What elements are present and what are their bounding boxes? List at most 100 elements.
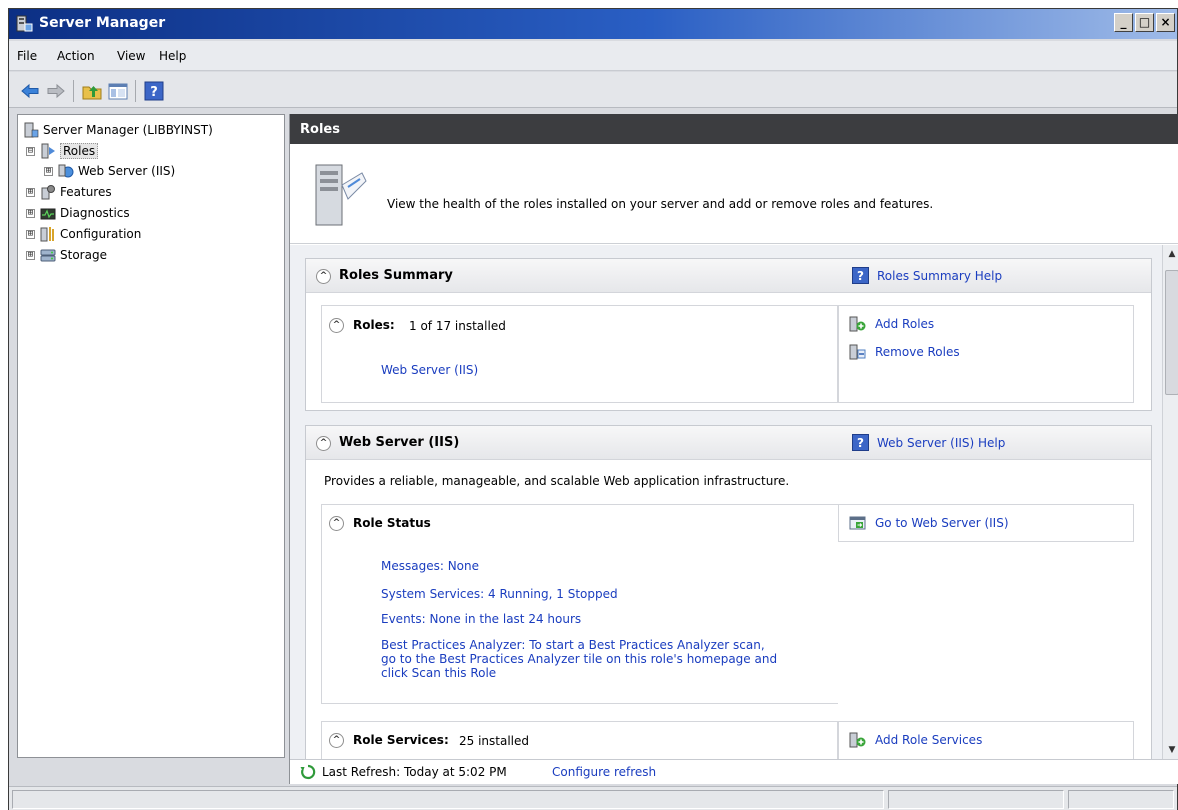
intro-description: View the health of the roles installed o… [387, 197, 934, 211]
roles-summary-section: ^ Roles Summary ? Roles Summary Help ^ R… [305, 258, 1152, 411]
tree-item-server-manager[interactable]: Server Manager (LIBBYINST) [23, 120, 213, 140]
roles-subpanel: ^ Roles: 1 of 17 installed Web Server (I… [321, 305, 838, 403]
collapse-chevron-icon[interactable]: ^ [329, 733, 344, 748]
bpa-link-line-3[interactable]: click Scan this Role [381, 666, 496, 680]
add-role-services-icon [849, 732, 866, 748]
status-panel-2 [888, 790, 1064, 809]
role-status-subpanel: ^ Role Status Messages: None System Serv… [321, 504, 838, 704]
collapse-chevron-icon[interactable]: ^ [329, 516, 344, 531]
help-icon: ? [852, 434, 869, 451]
tree-label-web-server: Web Server (IIS) [78, 164, 176, 178]
roles-count: 1 of 17 installed [409, 319, 506, 333]
menu-view[interactable]: View [117, 49, 145, 63]
vertical-scrollbar[interactable]: ▲ ▼ [1162, 245, 1178, 759]
scroll-down-icon[interactable]: ▼ [1164, 742, 1178, 758]
add-roles-link[interactable]: Add Roles [849, 316, 934, 332]
storage-icon [40, 249, 56, 262]
tree-item-configuration[interactable]: ⊞ Configuration [26, 224, 141, 244]
navigation-tree: Server Manager (LIBBYINST) ⊟ Roles ⊞ Web… [17, 114, 285, 758]
collapse-chevron-icon[interactable]: ^ [316, 269, 331, 284]
collapse-chevron-icon[interactable]: ^ [316, 436, 331, 451]
intro-panel: View the health of the roles installed o… [290, 144, 1178, 244]
content-pane: Roles View the health of the roles insta… [289, 114, 1178, 784]
system-services-link[interactable]: System Services: 4 Running, 1 Stopped [381, 587, 618, 601]
expand-icon[interactable]: ⊞ [26, 187, 35, 197]
collapse-chevron-icon[interactable]: ^ [329, 318, 344, 333]
scroll-up-icon[interactable]: ▲ [1164, 246, 1178, 262]
web-server-help-link[interactable]: ? Web Server (IIS) Help [852, 434, 1005, 451]
expand-icon[interactable]: ⊞ [44, 166, 53, 176]
expand-icon[interactable]: ⊞ [26, 208, 35, 218]
roles-summary-header[interactable]: ^ Roles Summary ? Roles Summary Help [306, 259, 1151, 293]
role-status-title: Role Status [353, 516, 431, 530]
web-server-title: Web Server (IIS) [339, 435, 460, 450]
installed-role-link[interactable]: Web Server (IIS) [381, 363, 478, 377]
remove-roles-link[interactable]: Remove Roles [849, 344, 960, 360]
go-to-web-server-link[interactable]: Go to Web Server (IIS) [849, 515, 1009, 531]
events-link[interactable]: Events: None in the last 24 hours [381, 612, 581, 626]
title-bar[interactable]: Server Manager _ □ × [9, 9, 1177, 39]
tree-item-web-server[interactable]: ⊞ Web Server (IIS) [44, 161, 175, 181]
web-server-header[interactable]: ^ Web Server (IIS) ? Web Server (IIS) He… [306, 426, 1151, 460]
refresh-bar: Last Refresh: Today at 5:02 PM Configure… [290, 759, 1178, 784]
role-services-count: 25 installed [459, 734, 530, 748]
role-services-subpanel: ^ Role Services: 25 installed [321, 721, 838, 759]
tree-item-roles[interactable]: ⊟ Roles [26, 141, 99, 161]
web-server-description: Provides a reliable, manageable, and sca… [324, 474, 790, 488]
status-panel-3 [1068, 790, 1174, 809]
tree-label-features: Features [60, 185, 112, 199]
features-icon [41, 185, 55, 200]
menu-action[interactable]: Action [57, 49, 95, 63]
expand-icon[interactable]: ⊞ [26, 250, 35, 260]
remove-roles-label: Remove Roles [875, 345, 960, 359]
go-to-web-server-label: Go to Web Server (IIS) [875, 516, 1009, 530]
server-roles-icon [315, 164, 367, 226]
up-folder-icon[interactable] [81, 80, 103, 102]
tree-root-label: Server Manager (LIBBYINST) [43, 123, 213, 137]
bpa-link-line-1[interactable]: Best Practices Analyzer: To start a Best… [381, 638, 765, 652]
server-manager-window: Server Manager _ □ × File Action View He… [8, 8, 1178, 810]
show-hide-tree-icon[interactable] [107, 80, 129, 102]
last-refresh-text: Last Refresh: Today at 5:02 PM [322, 765, 507, 779]
help-icon[interactable]: ? [143, 80, 165, 102]
go-to-icon [849, 516, 866, 530]
tree-item-features[interactable]: ⊞ Features [26, 182, 112, 202]
toolbar: ? [9, 72, 1177, 108]
roles-summary-help-link[interactable]: ? Roles Summary Help [852, 267, 1002, 284]
close-button[interactable]: × [1156, 13, 1175, 32]
window-title: Server Manager [39, 15, 166, 31]
collapse-icon[interactable]: ⊟ [26, 146, 35, 156]
tree-item-diagnostics[interactable]: ⊞ Diagnostics [26, 203, 130, 223]
add-roles-icon [849, 316, 866, 332]
menu-bar: File Action View Help [9, 41, 1177, 71]
role-services-actions-panel: Add Role Services [838, 721, 1134, 759]
forward-arrow-icon[interactable] [45, 80, 67, 102]
back-arrow-icon[interactable] [19, 80, 41, 102]
minimize-button[interactable]: _ [1114, 13, 1133, 32]
roles-actions-panel: Add Roles Remove Roles [838, 305, 1134, 403]
maximize-button[interactable]: □ [1135, 13, 1154, 32]
bpa-link-line-2[interactable]: go to the Best Practices Analyzer tile o… [381, 652, 777, 666]
add-role-services-link[interactable]: Add Role Services [849, 732, 982, 748]
messages-link[interactable]: Messages: None [381, 559, 479, 573]
configuration-icon [40, 227, 54, 242]
scrollbar-thumb[interactable] [1165, 270, 1178, 395]
web-server-section: ^ Web Server (IIS) ? Web Server (IIS) He… [305, 425, 1152, 759]
add-roles-label: Add Roles [875, 317, 935, 331]
roles-icon [41, 143, 55, 159]
role-services-label: Role Services: [353, 733, 449, 747]
diagnostics-icon [40, 208, 56, 220]
roles-summary-title: Roles Summary [339, 268, 453, 283]
web-server-icon [58, 164, 74, 178]
menu-file[interactable]: File [17, 49, 37, 63]
menu-help[interactable]: Help [159, 49, 186, 63]
content-header: Roles [290, 114, 1178, 144]
summary-scroll-area[interactable]: ^ Roles Summary ? Roles Summary Help ^ R… [290, 245, 1162, 759]
expand-icon[interactable]: ⊞ [26, 229, 35, 239]
server-manager-icon [24, 122, 39, 138]
svg-text:?: ? [150, 85, 158, 100]
tree-label-storage: Storage [60, 248, 107, 262]
configure-refresh-link[interactable]: Configure refresh [552, 765, 656, 779]
status-panel-main [12, 790, 884, 809]
tree-item-storage[interactable]: ⊞ Storage [26, 245, 107, 265]
